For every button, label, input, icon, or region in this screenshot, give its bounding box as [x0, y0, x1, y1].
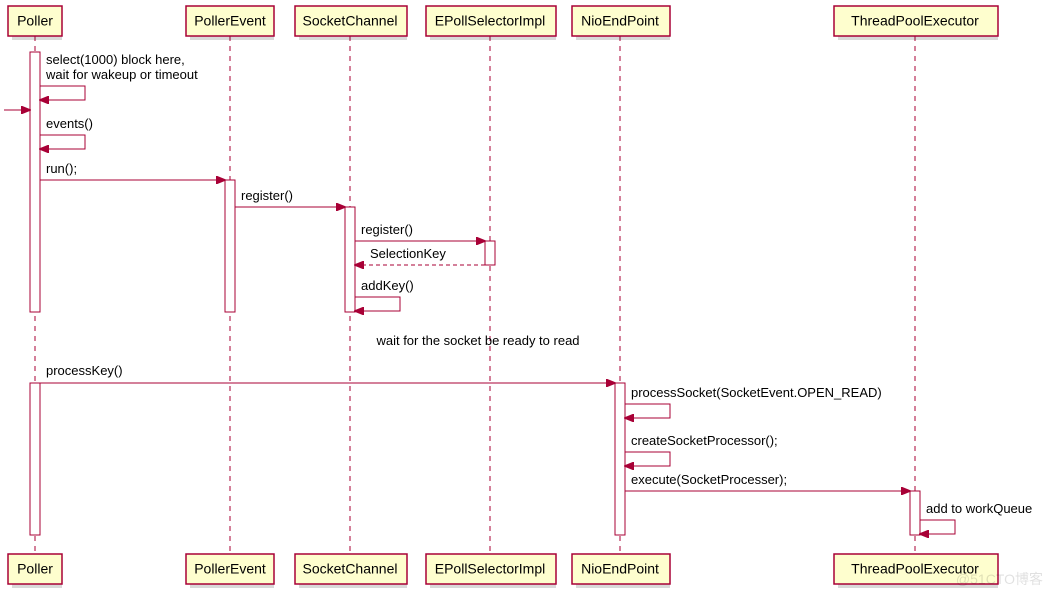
participant-pollerevent-top: PollerEvent: [186, 6, 274, 40]
note-wait-socket: wait for the socket be ready to read: [375, 333, 579, 348]
msg-addkey: addKey(): [355, 278, 414, 311]
svg-text:ThreadPoolExecutor: ThreadPoolExecutor: [851, 13, 979, 29]
msg-selectionkey: SelectionKey: [355, 246, 485, 265]
activation-epollselector: [485, 241, 495, 265]
svg-text:processKey(): processKey(): [46, 363, 123, 378]
msg-register-2: register(): [355, 222, 485, 241]
participant-socketchannel-bottom: SocketChannel: [295, 554, 407, 588]
msg-createsocketprocessor: createSocketProcessor();: [625, 433, 778, 466]
participant-nioendpoint-top: NioEndPoint: [572, 6, 670, 40]
participant-epollselector-bottom: EPollSelectorImpl: [426, 554, 556, 588]
svg-text:NioEndPoint: NioEndPoint: [581, 13, 659, 29]
svg-text:PollerEvent: PollerEvent: [194, 561, 266, 577]
msg-add-workqueue: add to workQueue: [920, 501, 1032, 534]
msg-processsocket: processSocket(SocketEvent.OPEN_READ): [625, 385, 882, 418]
svg-text:wait for wakeup or timeout: wait for wakeup or timeout: [45, 67, 198, 82]
participant-poller-top: Poller: [8, 6, 62, 40]
svg-text:SelectionKey: SelectionKey: [370, 246, 446, 261]
svg-text:EPollSelectorImpl: EPollSelectorImpl: [435, 13, 546, 29]
svg-text:events(): events(): [46, 116, 93, 131]
participant-epollselector-top: EPollSelectorImpl: [426, 6, 556, 40]
activation-nioendpoint: [615, 383, 625, 535]
participant-nioendpoint-bottom: NioEndPoint: [572, 554, 670, 588]
svg-text:processSocket(SocketEvent.OPEN: processSocket(SocketEvent.OPEN_READ): [631, 385, 882, 400]
svg-text:Poller: Poller: [17, 561, 53, 577]
participant-socketchannel-top: SocketChannel: [295, 6, 407, 40]
svg-text:execute(SocketProcesser);: execute(SocketProcesser);: [631, 472, 787, 487]
msg-processkey: processKey(): [40, 363, 615, 383]
sequence-diagram: Poller PollerEvent SocketChannel EPollSe…: [0, 0, 1049, 595]
activation-poller-1: [30, 52, 40, 312]
msg-execute: execute(SocketProcesser);: [625, 472, 910, 491]
activation-poller-2: [30, 383, 40, 535]
activation-threadpoolexecutor: [910, 491, 920, 535]
svg-text:createSocketProcessor();: createSocketProcessor();: [631, 433, 778, 448]
svg-text:SocketChannel: SocketChannel: [303, 561, 398, 577]
activation-socketchannel: [345, 207, 355, 312]
svg-text:addKey(): addKey(): [361, 278, 414, 293]
activation-pollerevent: [225, 180, 235, 312]
svg-text:register(): register(): [361, 222, 413, 237]
svg-text:register(): register(): [241, 188, 293, 203]
svg-text:EPollSelectorImpl: EPollSelectorImpl: [435, 561, 546, 577]
svg-text:NioEndPoint: NioEndPoint: [581, 561, 659, 577]
watermark: @51CTO博客: [956, 569, 1043, 589]
svg-text:select(1000) block here,: select(1000) block here,: [46, 52, 185, 67]
svg-text:PollerEvent: PollerEvent: [194, 13, 266, 29]
svg-text:Poller: Poller: [17, 13, 53, 29]
participant-threadpoolexecutor-top: ThreadPoolExecutor: [834, 6, 998, 40]
svg-text:run();: run();: [46, 161, 77, 176]
msg-register-1: register(): [235, 188, 345, 207]
msg-events: events(): [40, 116, 93, 149]
svg-text:SocketChannel: SocketChannel: [303, 13, 398, 29]
svg-text:add to workQueue: add to workQueue: [926, 501, 1032, 516]
msg-select-block: select(1000) block here, wait for wakeup…: [40, 52, 198, 100]
participant-pollerevent-bottom: PollerEvent: [186, 554, 274, 588]
participant-poller-bottom: Poller: [8, 554, 62, 588]
msg-run: run();: [40, 161, 225, 180]
